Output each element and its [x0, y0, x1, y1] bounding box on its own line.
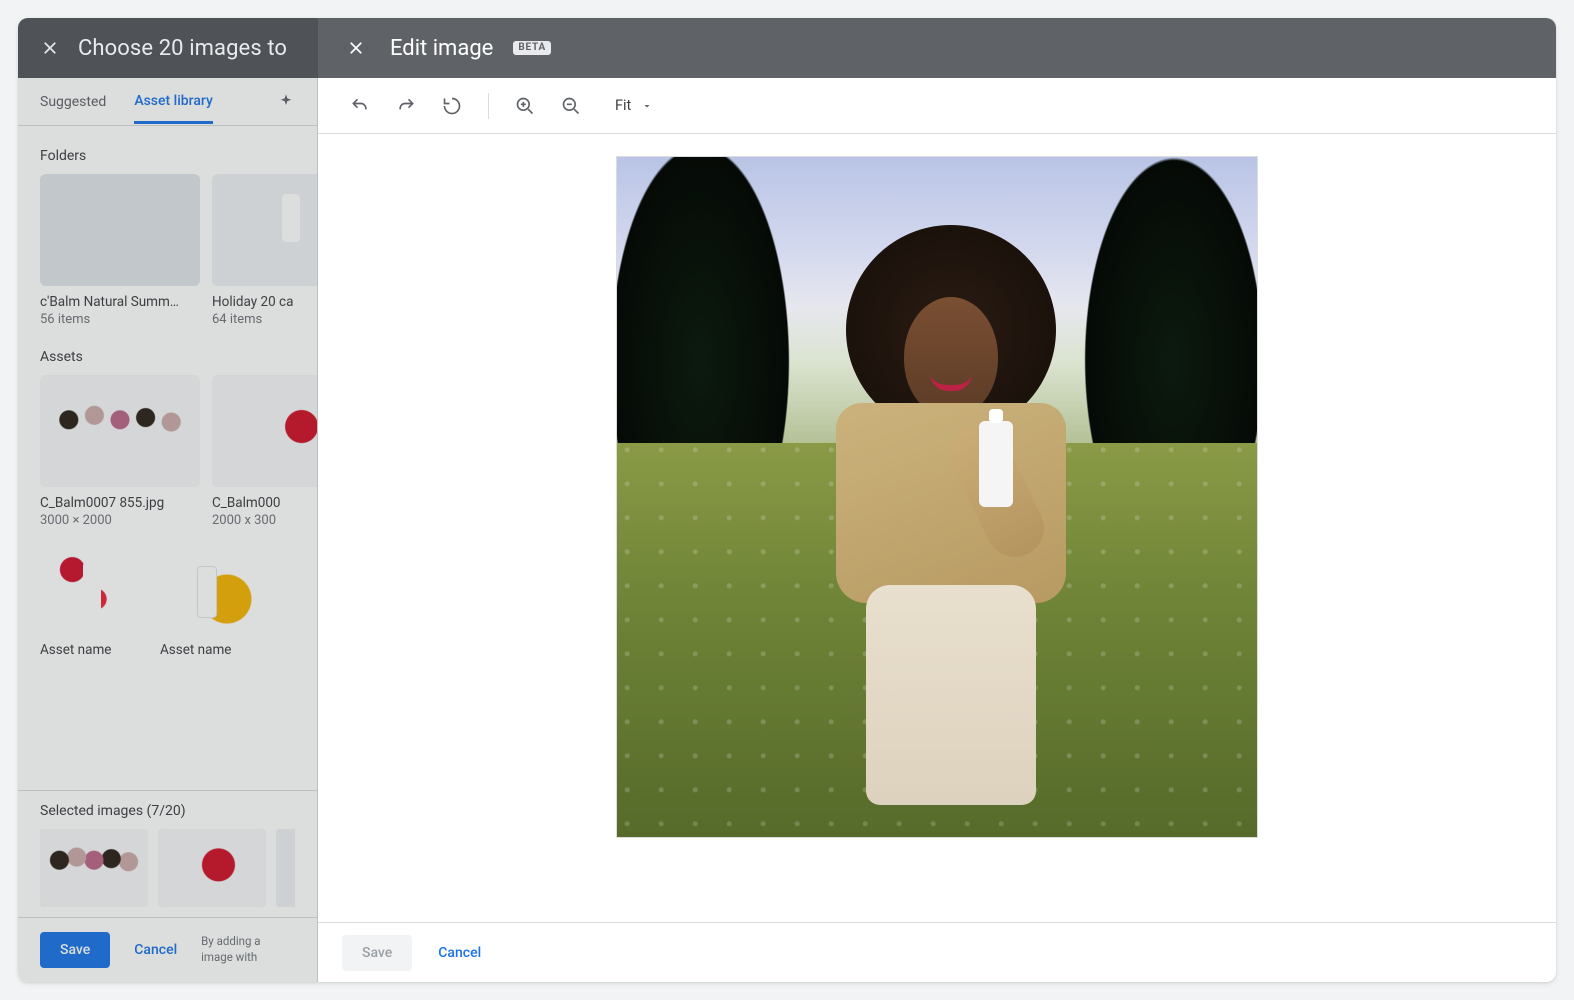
- undo-button[interactable]: [342, 88, 378, 124]
- toolbar-divider: [488, 93, 489, 119]
- beta-badge: BETA: [513, 41, 551, 55]
- editor-save-button: Save: [342, 935, 412, 971]
- editor-cancel-button[interactable]: Cancel: [434, 946, 485, 960]
- close-picker-button[interactable]: [36, 34, 64, 62]
- undo-icon: [350, 96, 370, 116]
- zoom-in-icon: [515, 96, 535, 116]
- close-editor-button[interactable]: [342, 34, 370, 62]
- redo-button[interactable]: [388, 88, 424, 124]
- image-canvas[interactable]: [617, 157, 1257, 837]
- edit-header: Edit image BETA: [318, 18, 1556, 78]
- app-header: Choose 20 images to Edit image BETA: [18, 18, 1556, 78]
- reset-icon: [442, 96, 462, 116]
- image-editor: Fit: [318, 78, 1556, 982]
- side-panel-scrim[interactable]: [18, 78, 318, 982]
- chevron-down-icon: [641, 100, 653, 112]
- canvas-frame: [616, 156, 1258, 838]
- underlay-header: Choose 20 images to: [18, 18, 318, 78]
- editor-toolbar: Fit: [318, 78, 1556, 134]
- zoom-value: Fit: [615, 97, 631, 114]
- close-icon: [347, 39, 365, 57]
- reset-button[interactable]: [434, 88, 470, 124]
- zoom-in-button[interactable]: [507, 88, 543, 124]
- underlay-title: Choose 20 images to: [78, 36, 287, 61]
- editor-footer: Save Cancel: [318, 922, 1556, 982]
- zoom-select[interactable]: Fit: [609, 88, 659, 124]
- zoom-out-icon: [561, 96, 581, 116]
- app-window: Choose 20 images to Edit image BETA Sugg…: [18, 18, 1556, 982]
- redo-icon: [396, 96, 416, 116]
- editor-canvas-area[interactable]: [318, 134, 1556, 922]
- editor-title: Edit image: [390, 36, 493, 61]
- zoom-out-button[interactable]: [553, 88, 589, 124]
- close-icon: [41, 39, 59, 57]
